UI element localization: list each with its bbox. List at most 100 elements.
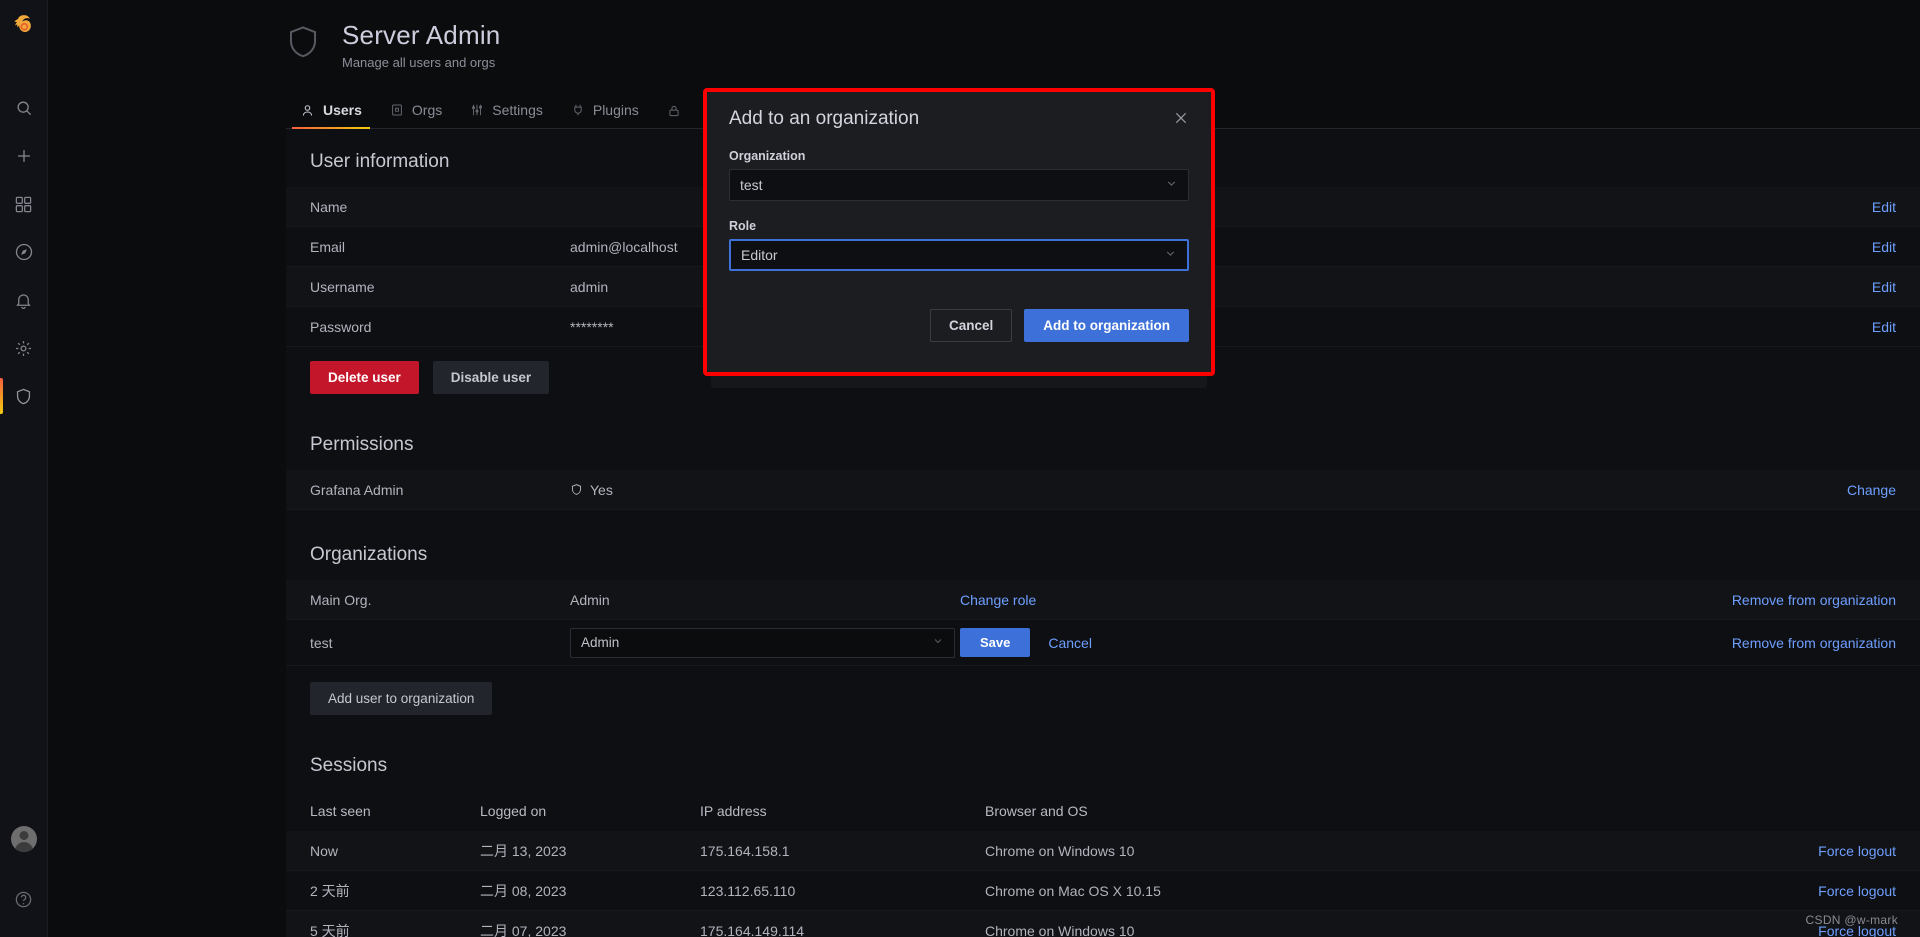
tab-label: Plugins [592, 102, 639, 118]
role-field-label: Role [729, 219, 757, 233]
change-link[interactable]: Change [1847, 482, 1896, 498]
session-last-seen: Now [310, 842, 339, 859]
role-select-value: Admin [581, 635, 620, 650]
role-select[interactable]: Editor [729, 239, 1189, 271]
grafana-logo-icon[interactable] [8, 10, 40, 42]
cancel-role-link[interactable]: Cancel [1048, 635, 1092, 651]
organization-select-value: test [740, 177, 763, 193]
tab-users[interactable]: Users [286, 94, 376, 129]
sidebar-item-profile[interactable] [0, 815, 48, 863]
table-row: Grafana Admin Yes Change [286, 470, 1920, 510]
page-header: Server Admin Manage all users and orgs [48, 0, 1920, 70]
role-select-value: Editor [741, 247, 778, 263]
sidebar-item-search[interactable] [0, 84, 48, 132]
organizations-title: Organizations [310, 544, 428, 565]
sidebar-item-explore[interactable] [0, 228, 48, 276]
organization-select[interactable]: test [729, 169, 1189, 201]
edit-link[interactable]: Edit [1872, 319, 1896, 335]
org-name: Main Org. [310, 591, 372, 608]
session-last-seen: 5 天前 [310, 922, 350, 937]
modal-title: Add to an organization [729, 108, 920, 129]
edit-link[interactable]: Edit [1872, 239, 1896, 255]
page-subtitle: Manage all users and orgs [342, 55, 496, 70]
session-browser: Chrome on Mac OS X 10.15 [985, 882, 1161, 899]
remove-from-organization-link[interactable]: Remove from organization [1732, 635, 1896, 651]
session-ip: 123.112.65.110 [700, 882, 796, 899]
row-label: Username [310, 278, 375, 295]
table-row: Main Org. Admin Change role Remove from … [286, 580, 1920, 620]
session-ip: 175.164.149.114 [700, 922, 805, 937]
force-logout-link[interactable]: Force logout [1818, 883, 1896, 899]
org-role: Admin [570, 591, 610, 608]
role-select[interactable]: Admin [570, 627, 955, 658]
chevron-down-icon [1164, 247, 1177, 263]
session-logged-on: 二月 13, 2023 [480, 842, 567, 859]
column-header-actions: . [1892, 803, 1896, 819]
sidebar-item-configuration[interactable] [0, 324, 48, 372]
close-icon[interactable] [1173, 110, 1189, 131]
organizations-actions: Add user to organization [286, 666, 1920, 721]
session-browser: Chrome on Windows 10 [985, 922, 1135, 937]
sidebar-nav [0, 84, 48, 420]
sidebar-item-dashboards[interactable] [0, 180, 48, 228]
edit-link[interactable]: Edit [1872, 199, 1896, 215]
table-row: test Admin Save Cancel Remove from organ… [286, 620, 1920, 666]
chevron-down-icon [932, 635, 944, 650]
permissions-title: Permissions [310, 434, 414, 455]
delete-user-button[interactable]: Delete user [310, 361, 419, 394]
org-role-select-wrap: Admin [570, 627, 960, 658]
tab-label: Users [323, 102, 362, 118]
add-user-to-organization-button[interactable]: Add user to organization [310, 682, 493, 715]
session-logged-on: 二月 07, 2023 [480, 922, 567, 937]
force-logout-link[interactable]: Force logout [1818, 843, 1896, 859]
modal-dialog: Add to an organization Organization test… [703, 88, 1215, 376]
sidebar-item-create[interactable] [0, 132, 48, 180]
save-role-button[interactable]: Save [960, 628, 1031, 657]
session-last-seen: 2 天前 [310, 882, 350, 899]
add-to-organization-modal: Add to an organization Organization test… [703, 88, 1215, 388]
main-sidebar [0, 0, 48, 937]
change-role-link[interactable]: Change role [960, 592, 1036, 608]
session-ip: 175.164.158.1 [700, 842, 790, 859]
table-row: Now 二月 13, 2023 175.164.158.1 Chrome on … [286, 831, 1920, 871]
shield-icon [571, 484, 582, 495]
row-label: Password [310, 318, 372, 335]
edit-link[interactable]: Edit [1872, 279, 1896, 295]
row-label: Grafana Admin [310, 481, 404, 498]
table-row: 2 天前 二月 08, 2023 123.112.65.110 Chrome o… [286, 871, 1920, 911]
table-row: 5 天前 二月 07, 2023 175.164.149.114 Chrome … [286, 911, 1920, 937]
remove-from-organization-link[interactable]: Remove from organization [1732, 592, 1896, 608]
tab-label: Settings [492, 102, 543, 118]
row-label: Email [310, 238, 346, 255]
shield-icon [286, 24, 320, 67]
column-header: Logged on [480, 803, 547, 819]
session-logged-on: 二月 08, 2023 [480, 882, 567, 899]
tab-settings[interactable]: Settings [456, 94, 557, 128]
chevron-down-icon [1165, 177, 1178, 193]
watermark: CSDN @w-mark [1805, 913, 1898, 927]
tab-orgs[interactable]: Orgs [376, 94, 456, 128]
sidebar-item-help[interactable] [0, 875, 48, 923]
cancel-button[interactable]: Cancel [929, 309, 1013, 342]
sidebar-item-server-admin[interactable] [0, 372, 48, 420]
page-title: Server Admin [342, 20, 501, 50]
sessions-header-row: Last seen Logged on IP address Browser a… [286, 791, 1920, 831]
organization-field-label: Organization [729, 149, 806, 163]
tab-stats-license[interactable] [653, 96, 703, 128]
column-header: Browser and OS [985, 803, 1088, 819]
column-header: Last seen [310, 803, 371, 819]
column-header: IP address [700, 803, 767, 819]
add-to-organization-button[interactable]: Add to organization [1024, 309, 1189, 342]
modal-actions: Cancel Add to organization [729, 309, 1189, 342]
session-browser: Chrome on Windows 10 [985, 842, 1135, 859]
sessions-title: Sessions [310, 755, 388, 776]
row-label: Name [310, 198, 348, 215]
tab-plugins[interactable]: Plugins [557, 94, 653, 128]
avatar [10, 826, 37, 852]
sidebar-item-alerting[interactable] [0, 276, 48, 324]
sidebar-bottom [0, 815, 48, 923]
disable-user-button[interactable]: Disable user [432, 361, 550, 394]
app-root: Server Admin Manage all users and orgs U… [0, 0, 1920, 937]
tab-label: Orgs [411, 102, 443, 118]
org-name: test [310, 634, 333, 651]
